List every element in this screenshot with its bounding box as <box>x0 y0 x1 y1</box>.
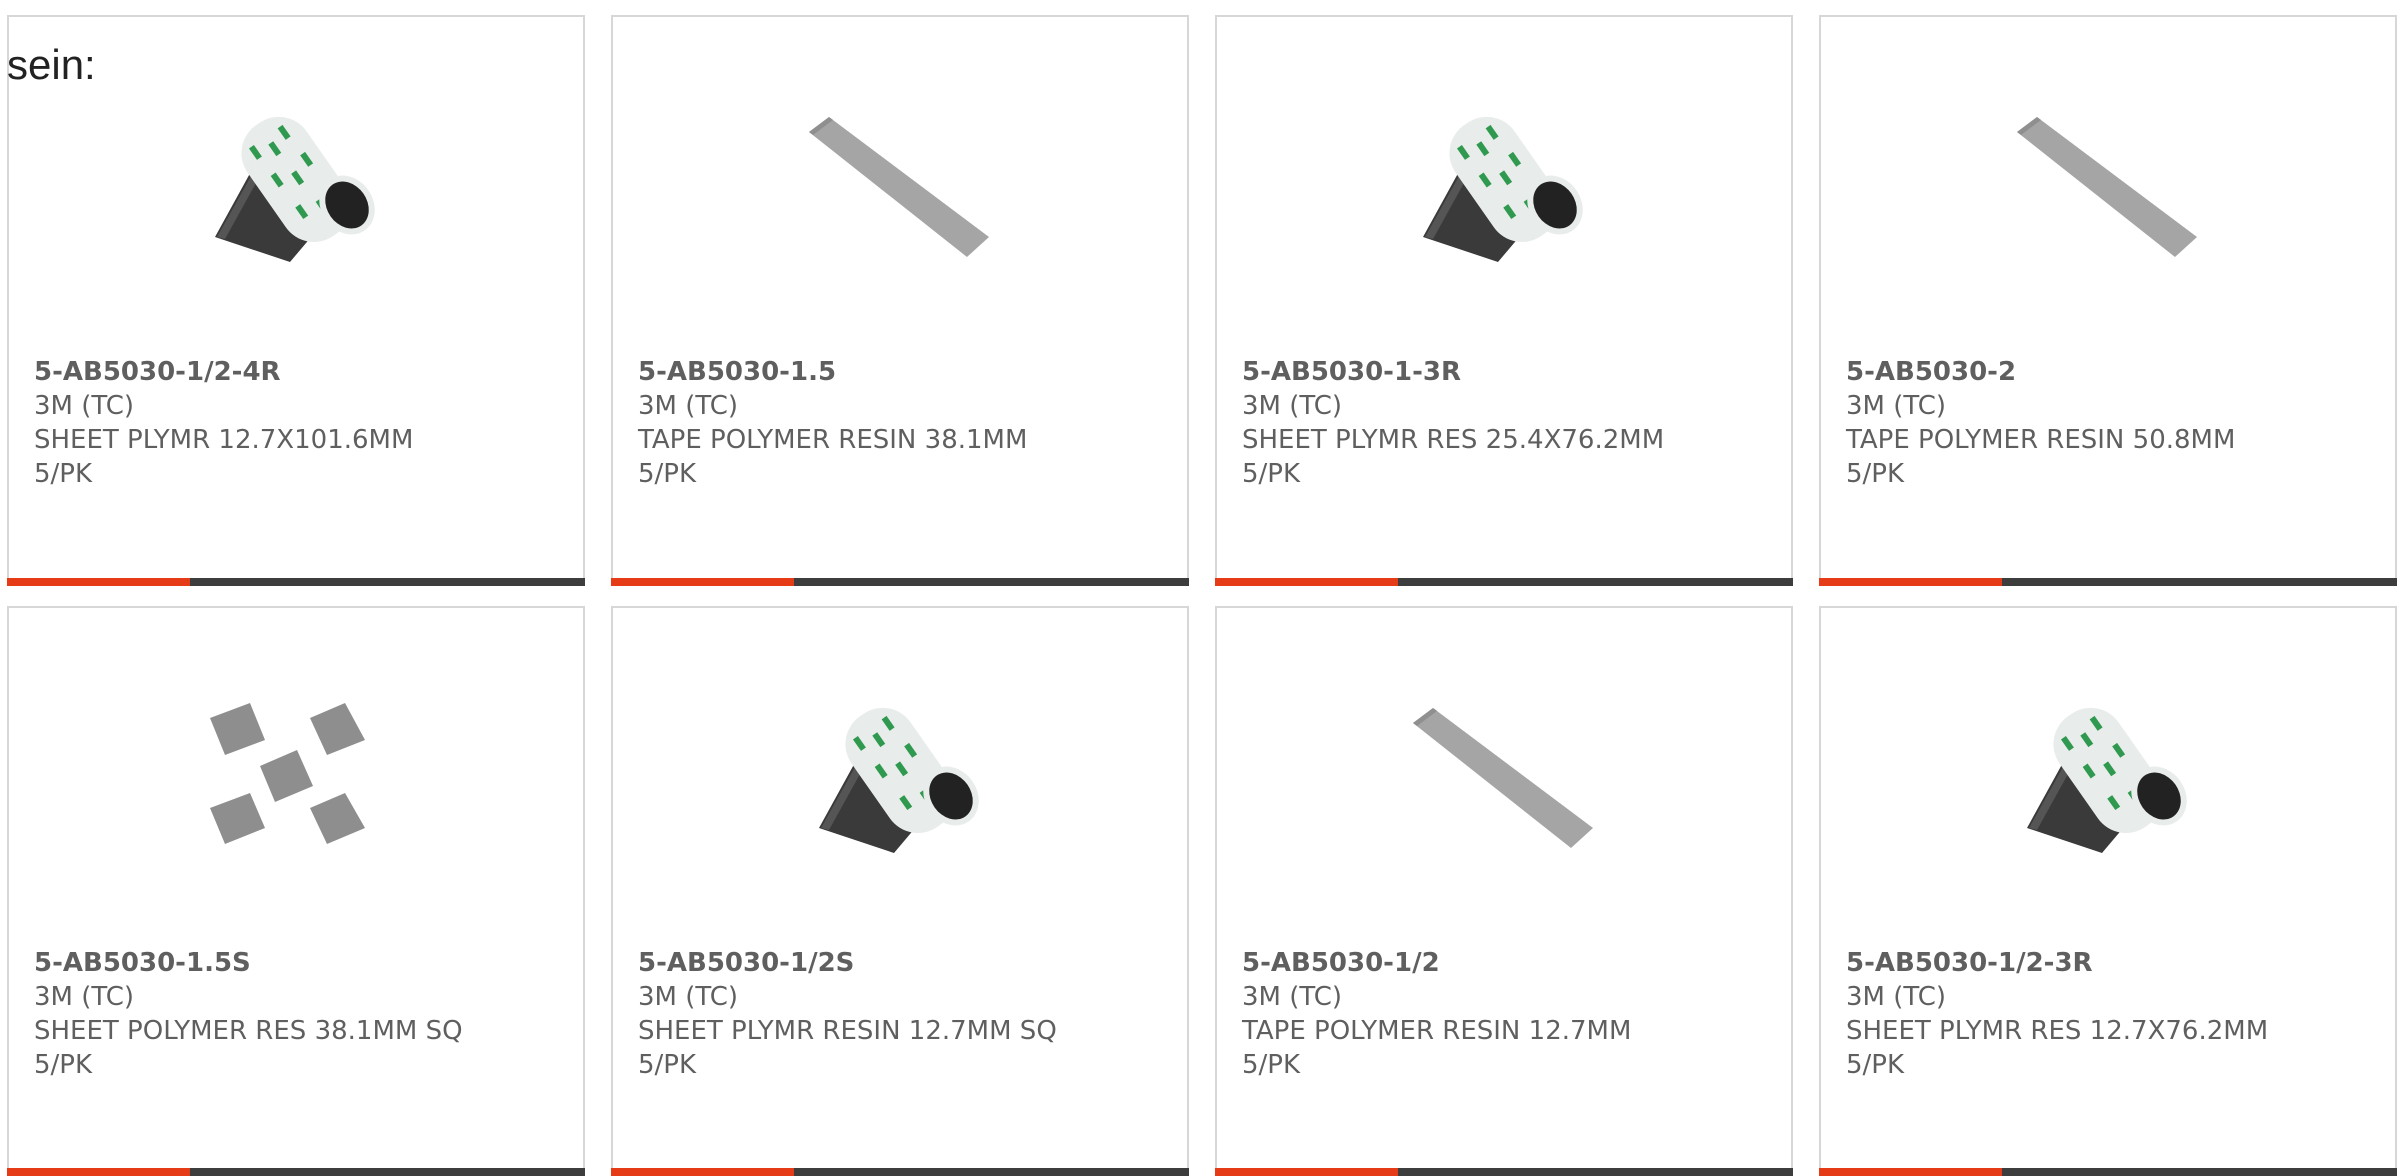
product-brand: 3M (TC) <box>34 982 135 1012</box>
product-sku-link[interactable]: 5-AB5030-1.5S <box>34 946 463 980</box>
product-sku-link[interactable]: 5-AB5030-1/2 <box>1242 946 1631 980</box>
product-pack: 5/PK <box>1242 459 1301 489</box>
product-pack: 5/PK <box>638 1050 697 1080</box>
product-brand: 3M (TC) <box>638 982 739 1012</box>
card-accent-bar <box>1215 1168 1398 1176</box>
card-bottom-bar <box>1215 578 1793 586</box>
product-info: 5-AB5030-1.5S 3M (TC) SHEET POLYMER RES … <box>34 946 463 1082</box>
product-brand: 3M (TC) <box>1242 391 1343 421</box>
product-description: SHEET POLYMER RES 38.1MM SQ <box>34 1016 463 1046</box>
product-pack: 5/PK <box>34 459 93 489</box>
card-accent-bar <box>611 578 794 586</box>
product-info: 5-AB5030-2 3M (TC) TAPE POLYMER RESIN 50… <box>1846 355 2235 491</box>
roll-sheet-image <box>1423 116 1583 262</box>
product-pack: 5/PK <box>1846 1050 1905 1080</box>
product-image[interactable] <box>2007 678 2207 878</box>
card-bottom-bar <box>611 1168 1189 1176</box>
roll-sheet-image <box>215 116 375 262</box>
product-info: 5-AB5030-1/2-3R 3M (TC) SHEET PLYMR RES … <box>1846 946 2268 1082</box>
product-description: SHEET PLYMR 12.7X101.6MM <box>34 425 414 455</box>
card-accent-bar <box>7 578 190 586</box>
product-sku-link[interactable]: 5-AB5030-1-3R <box>1242 355 1664 389</box>
product-sku-link[interactable]: 5-AB5030-1/2-3R <box>1846 946 2268 980</box>
product-card[interactable]: 5-AB5030-1.5S 3M (TC) SHEET POLYMER RES … <box>7 606 585 1176</box>
product-image[interactable] <box>2007 87 2207 287</box>
card-bottom-bar <box>1819 578 2397 586</box>
card-accent-bar <box>7 1168 190 1176</box>
product-card[interactable]: 5-AB5030-1-3R 3M (TC) SHEET PLYMR RES 25… <box>1215 15 1793 586</box>
product-description: SHEET PLYMR RES 12.7X76.2MM <box>1846 1016 2269 1046</box>
product-image[interactable] <box>799 87 999 287</box>
card-bottom-bar <box>7 1168 585 1176</box>
product-card[interactable]: 5-AB5030-1/2 3M (TC) TAPE POLYMER RESIN … <box>1215 606 1793 1176</box>
product-sku-link[interactable]: 5-AB5030-1/2-4R <box>34 355 413 389</box>
card-accent-bar <box>611 1168 794 1176</box>
product-info: 5-AB5030-1-3R 3M (TC) SHEET PLYMR RES 25… <box>1242 355 1664 491</box>
product-card[interactable]: 5-AB5030-1/2-4R 3M (TC) SHEET PLYMR 12.7… <box>7 15 585 586</box>
product-brand: 3M (TC) <box>34 391 135 421</box>
product-pack: 5/PK <box>1242 1050 1301 1080</box>
product-info: 5-AB5030-1.5 3M (TC) TAPE POLYMER RESIN … <box>638 355 1027 491</box>
product-brand: 3M (TC) <box>1846 982 1947 1012</box>
product-card[interactable]: 5-AB5030-2 3M (TC) TAPE POLYMER RESIN 50… <box>1819 15 2397 586</box>
card-bottom-bar <box>7 578 585 586</box>
roll-sheet-image <box>819 707 979 853</box>
product-description: SHEET PLYMR RESIN 12.7MM SQ <box>638 1016 1057 1046</box>
product-description: TAPE POLYMER RESIN 38.1MM <box>638 425 1028 455</box>
card-accent-bar <box>1215 578 1398 586</box>
product-image[interactable] <box>195 678 395 878</box>
product-brand: 3M (TC) <box>1846 391 1947 421</box>
card-accent-bar <box>1819 578 2002 586</box>
product-info: 5-AB5030-1/2 3M (TC) TAPE POLYMER RESIN … <box>1242 946 1631 1082</box>
product-pack: 5/PK <box>34 1050 93 1080</box>
product-info: 5-AB5030-1/2-4R 3M (TC) SHEET PLYMR 12.7… <box>34 355 413 491</box>
product-image[interactable] <box>1403 87 1603 287</box>
product-brand: 3M (TC) <box>638 391 739 421</box>
product-card[interactable]: 5-AB5030-1/2-3R 3M (TC) SHEET PLYMR RES … <box>1819 606 2397 1176</box>
card-bottom-bar <box>1215 1168 1793 1176</box>
card-accent-bar <box>1819 1168 2002 1176</box>
tape-strip-image <box>1413 708 1593 848</box>
product-pack: 5/PK <box>1846 459 1905 489</box>
product-sku-link[interactable]: 5-AB5030-1.5 <box>638 355 1027 389</box>
roll-sheet-image <box>2027 707 2187 853</box>
section-heading: sein: <box>7 41 96 88</box>
product-pack: 5/PK <box>638 459 697 489</box>
product-sku-link[interactable]: 5-AB5030-1/2S <box>638 946 1057 980</box>
product-image[interactable] <box>799 678 999 878</box>
square-pads-image <box>210 703 365 844</box>
product-image[interactable] <box>1403 678 1603 878</box>
product-card[interactable]: 5-AB5030-1.5 3M (TC) TAPE POLYMER RESIN … <box>611 15 1189 586</box>
card-bottom-bar <box>611 578 1189 586</box>
tape-strip-image <box>809 117 989 257</box>
product-brand: 3M (TC) <box>1242 982 1343 1012</box>
product-description: TAPE POLYMER RESIN 12.7MM <box>1242 1016 1632 1046</box>
product-description: TAPE POLYMER RESIN 50.8MM <box>1846 425 2236 455</box>
product-info: 5-AB5030-1/2S 3M (TC) SHEET PLYMR RESIN … <box>638 946 1057 1082</box>
product-card[interactable]: 5-AB5030-1/2S 3M (TC) SHEET PLYMR RESIN … <box>611 606 1189 1176</box>
tape-strip-image <box>2017 117 2197 257</box>
product-image[interactable] <box>195 87 395 287</box>
card-bottom-bar <box>1819 1168 2397 1176</box>
product-description: SHEET PLYMR RES 25.4X76.2MM <box>1242 425 1665 455</box>
product-sku-link[interactable]: 5-AB5030-2 <box>1846 355 2235 389</box>
